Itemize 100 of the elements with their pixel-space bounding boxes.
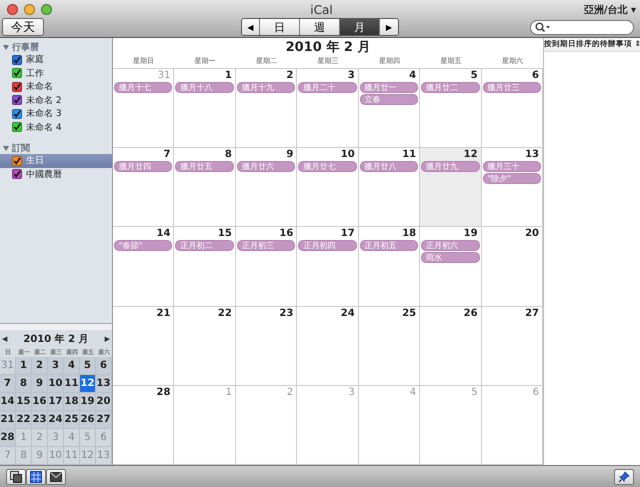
calendar-item[interactable]: 未命名 4 (0, 120, 112, 134)
day-cell[interactable]: 27 (482, 306, 543, 386)
day-cell[interactable]: 8 臘月廿五 (174, 148, 236, 228)
day-cell[interactable]: 3 臘月二十 (297, 69, 359, 148)
mini-day[interactable]: 13 (96, 375, 112, 393)
mini-day[interactable]: 20 (96, 393, 112, 411)
checkbox[interactable] (12, 108, 22, 119)
next-button[interactable]: ▶ (380, 19, 398, 35)
day-number: 5 (471, 386, 479, 398)
checkbox[interactable] (12, 156, 22, 166)
day-number: 17 (340, 228, 356, 240)
day-cell[interactable]: 1 臘月十八 (174, 69, 236, 148)
disclosure-triangle[interactable] (3, 44, 9, 50)
day-cell[interactable]: 10 臘月廿七 (297, 148, 359, 228)
day-number: 16 (279, 228, 294, 240)
day-number: 10 (340, 149, 356, 160)
mini-day[interactable]: 3 (48, 357, 64, 375)
day-cell[interactable]: 18 正月初五 (358, 227, 420, 307)
mini-day[interactable]: 11 (64, 375, 80, 393)
mini-day[interactable]: 12 (80, 375, 96, 393)
day-number: 18 (402, 228, 418, 240)
day-number: 13 (525, 149, 540, 160)
mini-day[interactable]: 9 (32, 375, 48, 393)
checkbox[interactable] (12, 95, 22, 106)
day-cell[interactable]: 23 (236, 306, 298, 386)
day-cell[interactable]: 5 臘月廿二 (420, 69, 482, 148)
checkbox[interactable] (12, 82, 22, 92)
calendar-item[interactable]: 家庭 (0, 53, 112, 66)
minimize-button[interactable] (24, 4, 35, 15)
mini-day[interactable]: 23 (32, 411, 48, 429)
mini-day[interactable]: 2 (32, 357, 48, 375)
close-button[interactable] (7, 4, 18, 15)
mini-day[interactable]: 15 (16, 393, 32, 411)
timezone-menu[interactable]: 亞洲/台北 ▾ (556, 2, 636, 16)
mini-day[interactable]: 17 (48, 393, 64, 411)
mini-month-button[interactable] (26, 468, 46, 484)
stacked-calendars-icon (10, 470, 22, 482)
day-cell[interactable]: 14 "春節" (113, 227, 174, 307)
mini-day[interactable]: 18 (64, 393, 80, 411)
calendar-item[interactable]: 未命名 2 (0, 94, 112, 107)
day-cell[interactable]: 21 (113, 306, 174, 386)
mini-day[interactable]: 27 (96, 411, 112, 429)
day-cell[interactable]: 7 臘月廿四 (113, 148, 174, 228)
mini-day[interactable]: 24 (48, 411, 64, 429)
checkbox[interactable] (12, 68, 22, 78)
new-todo-button[interactable] (614, 468, 634, 484)
day-cell[interactable]: 9 臘月廿六 (236, 148, 298, 228)
day-number: 27 (525, 308, 540, 319)
day-cell[interactable]: 20 (482, 227, 543, 307)
day-number: 26 (464, 308, 479, 319)
mini-day[interactable]: 10 (48, 375, 64, 393)
mini-day[interactable]: 8 (16, 375, 32, 393)
day-cell[interactable]: 16 正月初三 (236, 227, 298, 307)
day-number: 12 (464, 149, 479, 160)
calendar-item[interactable]: 工作 (0, 66, 112, 80)
day-cell[interactable]: 15 正月初二 (174, 227, 236, 307)
checkbox[interactable] (12, 54, 22, 65)
day-cell[interactable]: 2 臘月十九 (236, 69, 298, 148)
checkbox[interactable] (12, 169, 22, 180)
calendar-item[interactable]: 中國農曆 (0, 168, 112, 181)
calendars-button[interactable] (6, 468, 26, 484)
split-handle[interactable] (0, 323, 112, 330)
checkbox[interactable] (12, 122, 22, 132)
day-cell[interactable]: 22 (174, 306, 236, 386)
today-button[interactable]: 今天 (2, 18, 44, 36)
search-field[interactable] (530, 20, 634, 34)
mini-day[interactable]: 21 (0, 411, 16, 429)
mini-day[interactable]: 14 (0, 393, 16, 411)
day-cell[interactable]: 26 (420, 306, 482, 386)
mini-day[interactable]: 22 (16, 411, 32, 429)
day-cell-highlighted[interactable]: 12 臘月廿九 (420, 148, 482, 228)
view-tab[interactable]: 月 (340, 19, 380, 35)
zoom-button[interactable] (41, 4, 52, 15)
view-tab[interactable]: 日 (260, 19, 300, 35)
day-number: 15 (218, 228, 233, 240)
checkmark-icon (13, 68, 21, 78)
mini-day[interactable]: 1 (16, 357, 32, 375)
mini-day[interactable]: 6 (96, 357, 112, 375)
notifications-button[interactable] (46, 468, 66, 484)
mini-day[interactable]: 28 (0, 429, 16, 447)
mini-day[interactable]: 25 (64, 411, 80, 429)
day-number: 5 (470, 70, 479, 81)
mini-day[interactable]: 26 (80, 411, 96, 429)
mini-day[interactable]: 16 (32, 393, 48, 411)
day-cell[interactable]: 6 臘月廿三 (482, 69, 543, 148)
calendar-item[interactable]: 未命名 (0, 80, 112, 94)
day-cell[interactable]: 17 正月初四 (297, 227, 359, 307)
day-cell[interactable]: 25 (358, 306, 420, 386)
day-number: 8 (224, 149, 233, 160)
calendar-item[interactable]: 未命名 3 (0, 107, 112, 120)
previous-button[interactable]: ◀ (242, 19, 260, 35)
mini-day[interactable]: 7 (0, 375, 16, 393)
mini-day[interactable]: 19 (80, 393, 96, 411)
day-number: 28 (156, 386, 172, 398)
mini-day[interactable]: 5 (80, 357, 96, 375)
envelope-icon (50, 472, 62, 482)
view-tab[interactable]: 週 (300, 19, 340, 35)
mini-day[interactable]: 4 (64, 357, 80, 375)
day-cell[interactable]: 24 (297, 306, 359, 386)
day-number: 25 (402, 308, 418, 319)
